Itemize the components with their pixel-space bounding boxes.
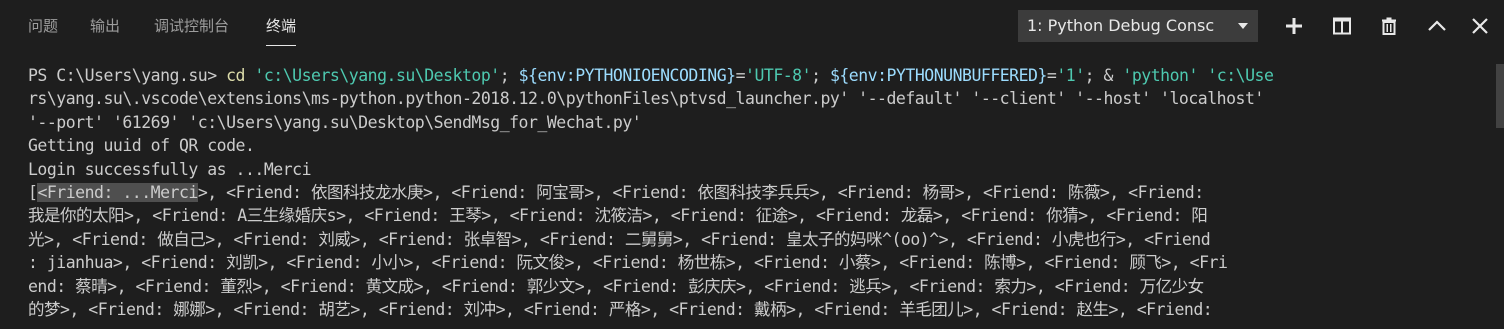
terminal-panel: 问题 输出 调试控制台 终端 1: Python Debug Consc PS …	[0, 0, 1504, 329]
tab-terminal-label: 终端	[266, 17, 297, 35]
string-text: 'c:\Users\yang.su\Desktop'	[245, 66, 500, 85]
terminal-line: PS C:\Users\yang.su> cd 'c:\Users\yang.s…	[28, 64, 1488, 87]
string-text: 'python'	[1122, 66, 1198, 85]
tab-output[interactable]: 输出	[90, 15, 120, 37]
env-variable-text: ${env:PYTHONIOENCODING}	[518, 66, 736, 85]
plus-icon	[1286, 18, 1302, 34]
split-icon	[1333, 17, 1351, 35]
dropdown-arrow-icon	[1238, 23, 1248, 29]
string-text: 'UTF-8'	[745, 66, 812, 85]
terminal-line: 我是你的太阳>, <Friend: A三生缘婚庆s>, <Friend: 王琴>…	[28, 206, 1208, 226]
string-text: 'c:\Use	[1207, 66, 1274, 85]
separator-text: ;	[499, 66, 519, 85]
command-text: cd	[226, 66, 245, 85]
terminal-scrollbar[interactable]	[1496, 64, 1504, 329]
separator-text: ;	[811, 66, 830, 85]
terminal-line: 光>, <Friend: 做自己>, <Friend: 刘威>, <Friend…	[28, 229, 1211, 249]
terminal-output[interactable]: PS C:\Users\yang.su> cd 'c:\Users\yang.s…	[28, 64, 1488, 329]
env-variable-text: ${env:PYTHONUNBUFFERED}	[829, 66, 1047, 85]
trash-icon	[1382, 17, 1396, 35]
separator-text: ; &	[1084, 66, 1123, 85]
close-panel-button[interactable]	[1464, 10, 1496, 42]
operator-text: =	[735, 66, 746, 85]
terminal-line: Login successfully as ...Merci	[28, 159, 312, 179]
space-text	[1198, 66, 1207, 85]
split-terminal-button[interactable]	[1326, 10, 1358, 42]
terminal-line: rs\yang.su\.vscode\extensions\ms-python.…	[28, 89, 1264, 109]
kill-terminal-button[interactable]	[1373, 10, 1405, 42]
string-text: '1'	[1056, 66, 1085, 85]
close-icon	[1472, 18, 1488, 34]
prompt-text: PS C:\Users\yang.su>	[28, 66, 227, 85]
terminal-instance-select-value: 1: Python Debug Consc	[1027, 16, 1215, 35]
terminal-line: end: 蔡晴>, <Friend: 董烈>, <Friend: 黄文成>, <…	[28, 276, 1204, 296]
panel-tab-bar: 问题 输出 调试控制台 终端 1: Python Debug Consc	[0, 0, 1504, 52]
tab-problems[interactable]: 问题	[28, 15, 58, 37]
output-text: >, <Friend: 依图科技龙水庚>, <Friend: 阿宝哥>, <Fr…	[197, 182, 1204, 202]
scrollbar-thumb[interactable]	[1496, 64, 1504, 128]
new-terminal-button[interactable]	[1278, 10, 1310, 42]
tab-terminal[interactable]: 终端	[266, 15, 297, 46]
selected-text: <Friend: ...Merci	[37, 182, 198, 202]
terminal-line: [<Friend: ...Merci>, <Friend: 依图科技龙水庚>, …	[28, 181, 1488, 204]
operator-text: =	[1046, 66, 1057, 85]
terminal-line: Getting uuid of QR code.	[28, 136, 255, 156]
tab-debug-console[interactable]: 调试控制台	[154, 15, 229, 37]
terminal-line: 的梦>, <Friend: 娜娜>, <Friend: 胡艺>, <Friend…	[28, 299, 1213, 319]
terminal-line: : jianhua>, <Friend: 刘凯>, <Friend: 小小>, …	[28, 253, 1228, 273]
terminal-line: '--port' '61269' 'c:\Users\yang.su\Deskt…	[28, 112, 642, 132]
maximize-panel-button[interactable]	[1421, 10, 1453, 42]
terminal-instance-select[interactable]: 1: Python Debug Consc	[1018, 10, 1258, 42]
chevron-up-icon	[1428, 20, 1446, 31]
active-tab-indicator	[266, 45, 297, 46]
